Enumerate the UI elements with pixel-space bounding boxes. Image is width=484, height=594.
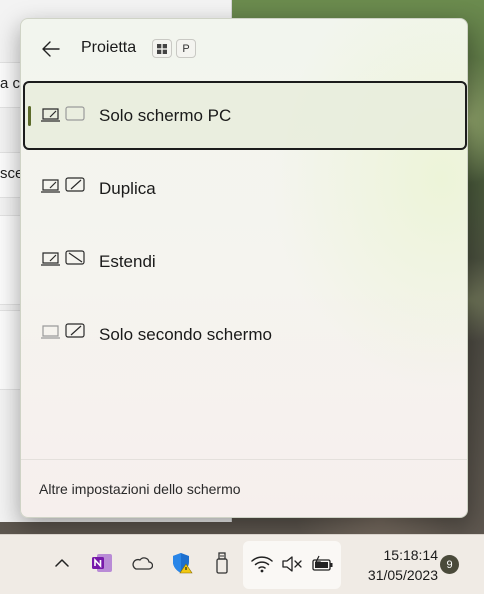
flyout-footer: Altre impostazioni dello schermo xyxy=(21,459,467,517)
option-extend[interactable]: Estendi xyxy=(23,227,467,296)
option-second-screen-only[interactable]: Solo secondo schermo xyxy=(23,300,467,369)
option-label: Estendi xyxy=(99,252,156,271)
onenote-tray-button[interactable] xyxy=(88,549,116,577)
taskbar-clock[interactable]: 15:18:14 31/05/2023 xyxy=(348,545,438,585)
p-key-badge: P xyxy=(176,39,196,58)
windows-key-icon xyxy=(152,39,172,58)
option-label: Solo schermo PC xyxy=(99,106,232,125)
option-pc-screen-only[interactable]: Solo schermo PC xyxy=(23,81,467,150)
more-display-settings-link[interactable]: Altre impostazioni dello schermo xyxy=(39,481,241,497)
clock-time: 15:18:14 xyxy=(383,547,439,563)
duplicate-icon xyxy=(41,177,85,193)
wifi-icon xyxy=(251,556,273,573)
option-label: Duplica xyxy=(99,179,156,198)
taskbar: 15:18:14 31/05/2023 9 xyxy=(0,534,484,594)
flyout-title: Proietta xyxy=(81,39,137,56)
flyout-header: Proietta P xyxy=(21,19,467,79)
back-button[interactable] xyxy=(37,35,65,63)
second-screen-only-icon xyxy=(41,323,85,339)
usb-drive-icon xyxy=(216,552,228,574)
safely-remove-hardware-button[interactable] xyxy=(208,549,236,577)
project-flyout: Proietta P Solo schermo PC Duplica Esten… xyxy=(20,18,468,518)
show-hidden-icons-button[interactable] xyxy=(48,549,76,577)
onenote-icon xyxy=(92,554,112,572)
battery-charging-icon xyxy=(312,555,333,571)
volume-muted-icon xyxy=(282,556,302,572)
back-arrow-icon xyxy=(42,41,60,57)
windows-security-tray-button[interactable] xyxy=(168,549,196,577)
option-label: Solo secondo schermo xyxy=(99,325,272,344)
clock-date: 31/05/2023 xyxy=(367,567,438,583)
notification-count-badge[interactable]: 9 xyxy=(440,555,459,574)
extend-icon xyxy=(41,250,85,266)
quick-settings-button[interactable] xyxy=(243,541,341,589)
option-duplicate[interactable]: Duplica xyxy=(23,154,467,223)
selection-indicator xyxy=(28,106,31,126)
onedrive-tray-button[interactable] xyxy=(128,549,156,577)
chevron-up-icon xyxy=(55,559,69,567)
pc-screen-only-icon xyxy=(41,106,85,122)
onedrive-icon xyxy=(132,557,153,570)
security-shield-icon xyxy=(173,553,193,574)
